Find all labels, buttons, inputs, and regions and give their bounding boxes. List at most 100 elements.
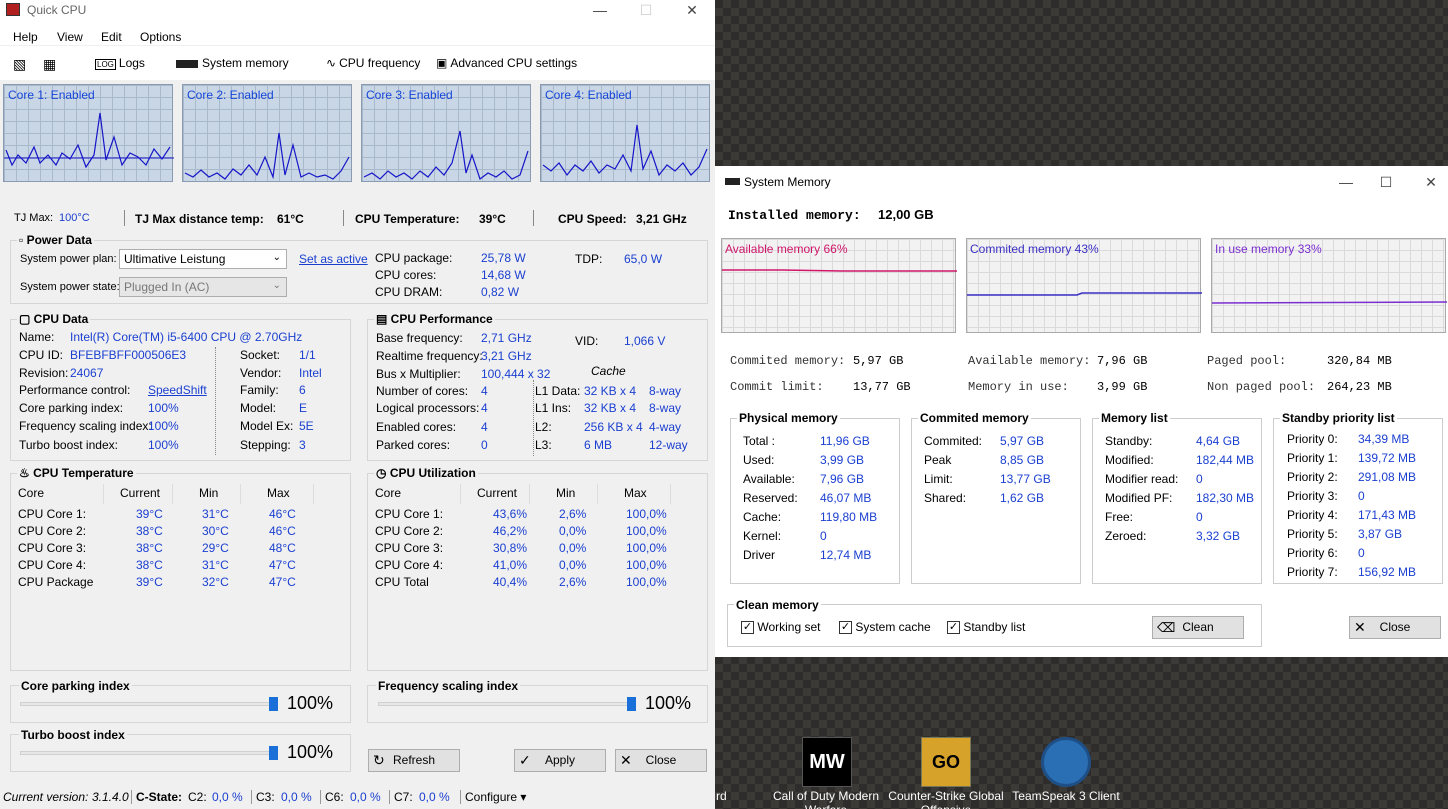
tjdist-label: TJ Max distance temp: (135, 212, 264, 226)
table-cell: CPU Core 1: (375, 507, 444, 521)
table-cell: 0,0% (559, 524, 587, 538)
memory-row-label: Reserved: (743, 491, 798, 505)
memory-row-value: 139,72 MB (1358, 451, 1417, 465)
memory-row-value: 291,08 MB (1358, 470, 1417, 484)
cpudata-value[interactable]: SpeedShift (148, 383, 207, 397)
refresh-button[interactable]: ↻ Refresh (368, 749, 460, 772)
perf-cell: Enabled cores: (376, 420, 457, 434)
system-cache-checkbox[interactable]: ✓ System cache (839, 620, 931, 635)
memory-stat-label: Commit limit: (730, 380, 824, 394)
cpu-frequency-button[interactable]: ∿ CPU frequency (326, 56, 420, 70)
system-memory-button[interactable]: System memory (176, 56, 289, 70)
freq-scaling-thumb[interactable] (627, 697, 636, 711)
table-cell: 40,4% (493, 575, 528, 589)
table-cell: 100,0% (626, 507, 667, 521)
table-cell: 0,0% (559, 558, 587, 572)
memory-row-label: Priority 3: (1287, 489, 1338, 503)
memory-row-value: 34,39 MB (1358, 432, 1410, 446)
bar-chart-icon[interactable]: ▧ (13, 56, 26, 73)
maximize-button[interactable]: ☐ (623, 0, 669, 20)
menu-help[interactable]: Help (13, 30, 38, 44)
divider (533, 210, 534, 226)
column-divider (529, 484, 530, 504)
turbo-boost-slider[interactable] (20, 751, 278, 755)
minimize-button[interactable]: — (577, 0, 623, 20)
table-cell: 100,0% (626, 575, 667, 589)
system-memory-window: System Memory — ☐ ✕ Installed memory: 12… (715, 166, 1448, 657)
cpudata-label: Revision: (19, 366, 69, 380)
logs-label: Logs (118, 56, 145, 70)
c2-label: C2: (188, 790, 207, 804)
core-parking-thumb[interactable] (269, 697, 278, 711)
c6-value: 0,0 % (350, 790, 381, 804)
memory-row-label: Standby: (1105, 434, 1153, 448)
close-button[interactable]: ✕ Close (1349, 616, 1441, 639)
power-plan-select[interactable]: Ultimative Leistung ⌄ (119, 249, 287, 269)
memory-row-label: Priority 5: (1287, 527, 1338, 541)
cpudata-label: Core parking index: (19, 401, 124, 415)
table-cell: CPU Core 4: (375, 558, 444, 572)
memory-row-value: 182,44 MB (1196, 453, 1255, 467)
base-freq-value: 2,71 GHz (481, 331, 532, 345)
memory-row-value: 0 (1358, 546, 1365, 560)
menu-edit[interactable]: Edit (101, 30, 122, 44)
commited-memory-title: Commited memory (918, 411, 1031, 425)
cpu-temp-label: CPU Temperature: (355, 212, 460, 226)
cpu-name-value: Intel(R) Core(TM) i5-6400 CPU @ 2.70GHz (70, 330, 303, 344)
advanced-settings-button[interactable]: ▣ Advanced CPU settings (436, 56, 577, 70)
core-parking-slider[interactable] (20, 702, 278, 706)
table-cell: 31°C (202, 507, 229, 521)
cod-mw-icon[interactable]: MW (802, 737, 852, 787)
close-window-button[interactable]: ✕ (669, 0, 715, 20)
standby-list-title: Standby priority list (1280, 411, 1397, 425)
memory-row-label: Free: (1105, 510, 1134, 524)
cpudata-label: Vendor: (240, 366, 282, 380)
cpudata-label: Turbo boost index: (19, 438, 118, 452)
core-graph-3: Core 3: Enabled (361, 84, 531, 182)
menu-view[interactable]: View (57, 30, 83, 44)
menu-options[interactable]: Options (140, 30, 181, 44)
teamspeak-icon[interactable] (1041, 737, 1091, 787)
working-set-checkbox[interactable]: ✓ Working set (741, 620, 820, 635)
close-button[interactable]: ✕ Close (615, 749, 707, 772)
perf-cell: 4 (481, 401, 488, 415)
set-as-active-link[interactable]: Set as active (299, 252, 368, 266)
cpu-speed-value: 3,21 GHz (636, 212, 687, 226)
freq-scaling-slider[interactable] (378, 702, 636, 706)
physical-memory-title: Physical memory (737, 411, 840, 425)
tdp-value: 65,0 W (624, 252, 663, 266)
memory-stat-label: Available memory: (968, 354, 1091, 368)
clean-button[interactable]: ⌫ Clean (1152, 616, 1244, 639)
core-graph-4: Core 4: Enabled (540, 84, 710, 182)
turbo-boost-thumb[interactable] (269, 746, 278, 760)
table-cell: 100,0% (626, 558, 667, 572)
csgo-icon[interactable]: GO (921, 737, 971, 787)
configure-dropdown[interactable]: Configure ▾ (460, 790, 526, 804)
standby-list-checkbox[interactable]: ✓ Standby list (947, 620, 1025, 635)
memory-stat-label: Memory in use: (968, 380, 1069, 394)
memory-row-label: Driver (743, 548, 775, 562)
memory-icon (725, 178, 740, 185)
cpudata-label: Model Ex: (240, 419, 294, 433)
clean-memory-title: Clean memory (734, 598, 821, 612)
table-cell: 46,2% (493, 524, 528, 538)
cpudata-value: 100% (148, 401, 179, 415)
maximize-button[interactable]: ☐ (1363, 172, 1409, 192)
bar-chart-alt-icon[interactable]: ▦ (43, 56, 56, 73)
memory-row-label: Priority 1: (1287, 451, 1338, 465)
table-cell: 38°C (136, 524, 163, 538)
bus-mult-value: 100,444 x 32 (481, 367, 551, 381)
perf-cell: 8-way (649, 384, 682, 398)
logs-button[interactable]: LOG Logs (95, 56, 145, 70)
perf-cell: 4 (481, 384, 488, 398)
apply-button[interactable]: ✓ Apply (514, 749, 606, 772)
memory-stat-value: 7,96 GB (1097, 354, 1148, 368)
chevron-down-icon: ⌄ (272, 280, 281, 291)
memory-stat-value: 3,99 GB (1097, 380, 1148, 394)
cpudata-value: 6 (299, 383, 306, 397)
table-cell: CPU Core 4: (18, 558, 87, 572)
table-cell: CPU Package (18, 575, 94, 589)
close-window-button[interactable]: ✕ (1408, 172, 1448, 192)
column-divider (172, 484, 173, 504)
window-title: System Memory (744, 175, 831, 189)
